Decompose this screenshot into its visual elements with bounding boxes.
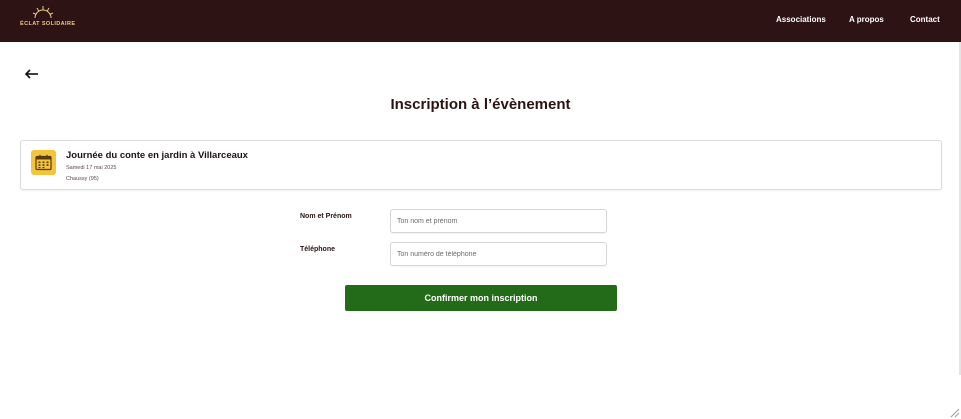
name-input[interactable] bbox=[390, 209, 607, 233]
sunburst-logo-icon bbox=[32, 6, 54, 19]
event-location: Chaussy (95) bbox=[66, 176, 99, 182]
event-card: Journée du conte en jardin à Villarceaux… bbox=[20, 140, 942, 190]
confirm-registration-button[interactable]: Confirmer mon inscription bbox=[345, 285, 617, 311]
top-navigation-bar: ÉCLAT SOLIDAIRE Associations A propos Co… bbox=[0, 0, 961, 42]
nav-link-a-propos[interactable]: A propos bbox=[849, 15, 884, 24]
phone-field-label: Téléphone bbox=[300, 246, 336, 253]
nav-link-contact[interactable]: Contact bbox=[910, 15, 940, 24]
resize-grip-icon[interactable] bbox=[948, 406, 960, 418]
back-arrow-icon[interactable] bbox=[24, 66, 40, 82]
logo-text: ÉCLAT SOLIDAIRE bbox=[20, 21, 76, 27]
eclat-solidaire-logo[interactable]: ÉCLAT SOLIDAIRE bbox=[20, 5, 76, 29]
page-title: Inscription à l’évènement bbox=[390, 96, 571, 113]
phone-input[interactable] bbox=[390, 242, 607, 266]
event-title: Journée du conte en jardin à Villarceaux bbox=[66, 150, 248, 161]
nav-link-associations[interactable]: Associations bbox=[776, 15, 826, 24]
name-field-label: Nom et Prénom bbox=[300, 213, 352, 220]
calendar-icon bbox=[35, 154, 52, 171]
event-date: Samedi 17 mai 2025 bbox=[66, 165, 117, 171]
calendar-badge bbox=[31, 150, 56, 175]
